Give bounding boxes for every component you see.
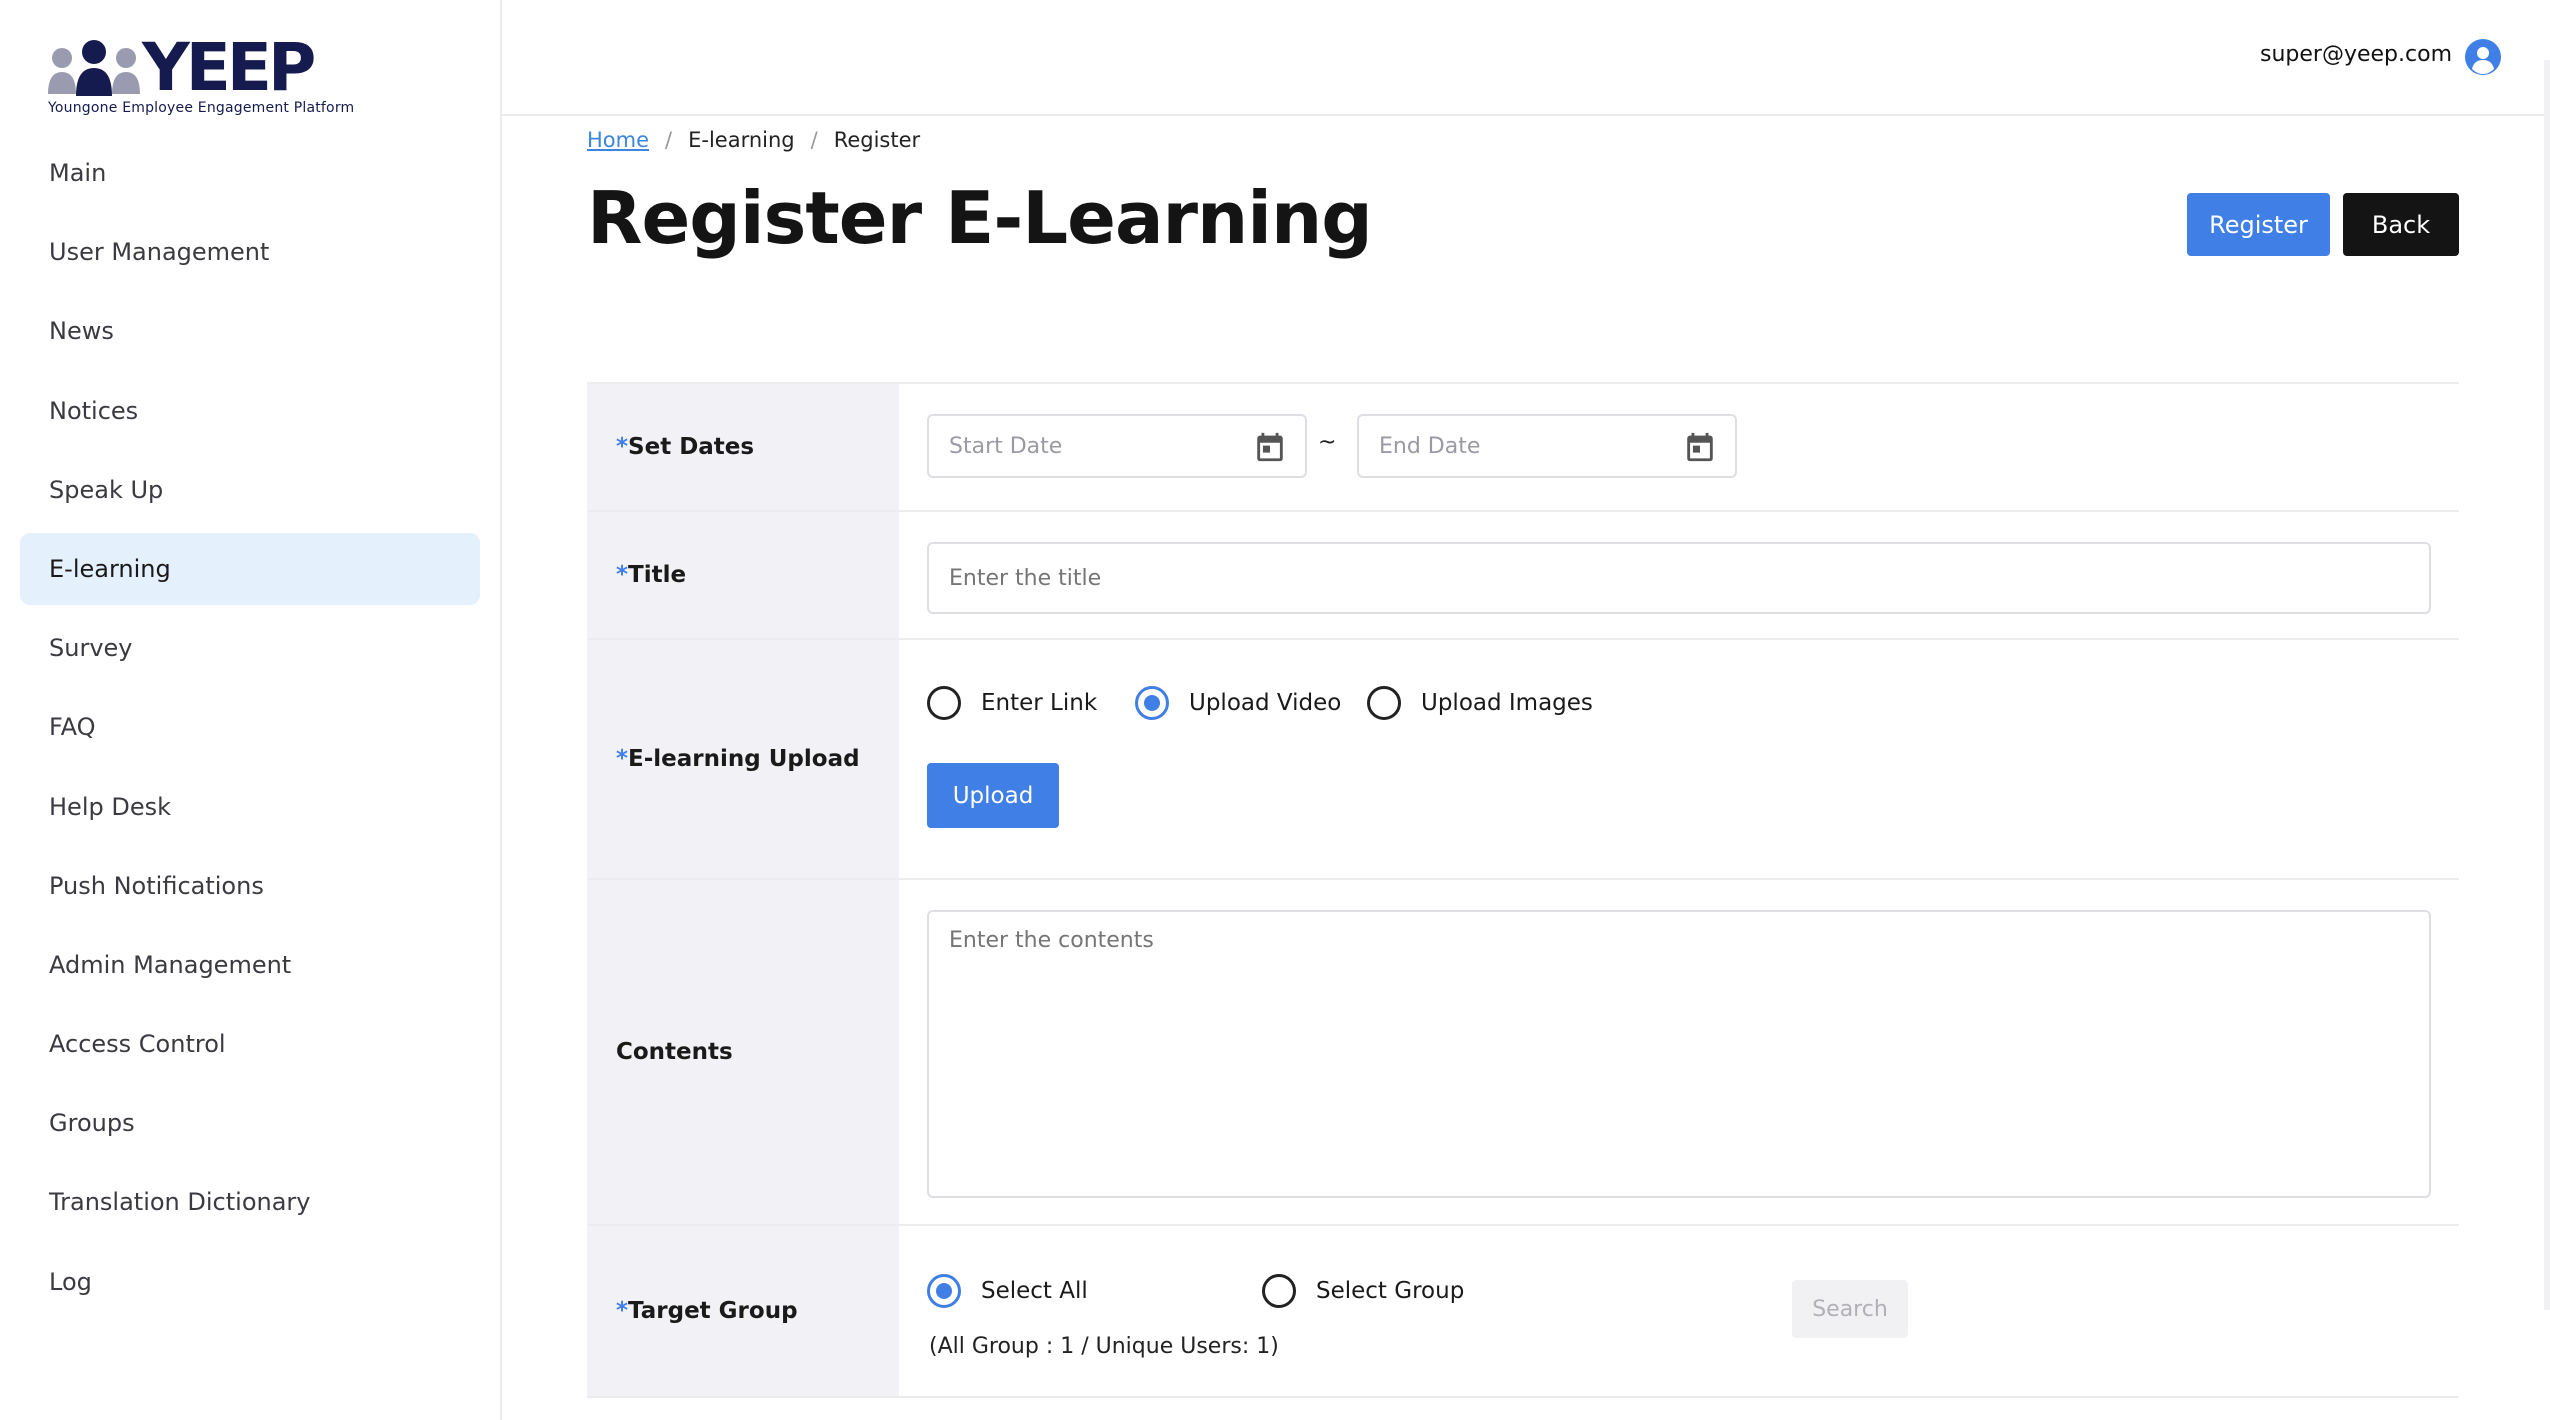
required-mark: *: [616, 434, 629, 460]
sidebar-item-admin-management[interactable]: Admin Management: [20, 929, 480, 1001]
sidebar-item-news[interactable]: News: [20, 295, 480, 367]
calendar-icon[interactable]: [1253, 430, 1287, 464]
sidebar-item-faq[interactable]: FAQ: [20, 691, 480, 763]
upload-button[interactable]: Upload: [927, 763, 1059, 828]
radio-enter-link-label: Enter Link: [981, 690, 1098, 716]
target-group-label-text: Target Group: [628, 1298, 798, 1324]
radio-circle[interactable]: [927, 686, 961, 720]
set-dates-label: * Set Dates: [587, 384, 899, 510]
radio-select-all[interactable]: Select All: [927, 1274, 1088, 1308]
upload-field: Enter Link Upload Video Upload Images Up…: [899, 640, 2459, 878]
radio-circle-selected[interactable]: [1135, 686, 1169, 720]
group-summary: (All Group : 1 / Unique Users: 1): [929, 1334, 1279, 1359]
radio-upload-images-label: Upload Images: [1421, 690, 1593, 716]
sidebar-item-push-notifications[interactable]: Push Notifications: [20, 850, 480, 922]
end-date-placeholder: End Date: [1379, 433, 1481, 459]
sidebar-item-user-management[interactable]: User Management: [20, 216, 480, 288]
people-logo-icon: [48, 40, 140, 96]
end-date-input[interactable]: End Date: [1357, 414, 1737, 478]
required-mark: *: [616, 1298, 629, 1324]
user-circle-icon[interactable]: [2464, 38, 2502, 76]
title-label-text: Title: [628, 562, 687, 588]
logo-tagline: Youngone Employee Engagement Platform: [48, 100, 355, 116]
title-field: [899, 512, 2459, 638]
sidebar-item-access-control[interactable]: Access Control: [20, 1008, 480, 1080]
target-group-label: * Target Group: [587, 1226, 899, 1396]
breadcrumb-home-link[interactable]: Home: [587, 128, 649, 152]
required-mark: *: [616, 746, 629, 772]
set-dates-label-text: Set Dates: [628, 434, 755, 460]
e-learning-form: * Set Dates Start Date ~ End Date * Titl…: [587, 382, 2459, 1398]
radio-select-group-label: Select Group: [1316, 1278, 1465, 1304]
contents-row: Contents: [587, 880, 2459, 1226]
target-group-field: Select All Select Group Search (All Grou…: [899, 1226, 2459, 1396]
sidebar-item-e-learning[interactable]: E-learning: [20, 532, 480, 605]
page-scrollbar[interactable]: [2544, 60, 2550, 1310]
page-title: Register E-Learning: [587, 176, 1373, 260]
top-header: super@yeep.com: [502, 0, 2550, 116]
radio-circle-selected[interactable]: [927, 1274, 961, 1308]
contents-label-text: Contents: [616, 1039, 733, 1065]
back-button[interactable]: Back: [2343, 193, 2459, 256]
radio-upload-video-label: Upload Video: [1189, 690, 1342, 716]
radio-circle[interactable]: [1367, 686, 1401, 720]
target-group-row: * Target Group Select All Select Group S…: [587, 1226, 2459, 1398]
search-group-button[interactable]: Search: [1792, 1280, 1908, 1338]
sidebar-menu: Main User Management News Notices Speak …: [20, 137, 480, 1325]
set-dates-row: * Set Dates Start Date ~ End Date: [587, 384, 2459, 512]
sidebar-item-log[interactable]: Log: [20, 1246, 480, 1318]
app-logo[interactable]: YEEP Youngone Employee Engagement Platfo…: [46, 29, 354, 124]
required-mark: *: [616, 562, 629, 588]
sidebar-item-groups[interactable]: Groups: [20, 1087, 480, 1159]
radio-upload-images[interactable]: Upload Images: [1367, 686, 1593, 720]
sidebar-item-translation-dictionary[interactable]: Translation Dictionary: [20, 1166, 480, 1238]
radio-select-group[interactable]: Select Group: [1262, 1274, 1464, 1308]
breadcrumb-current: Register: [833, 128, 921, 152]
calendar-icon[interactable]: [1683, 430, 1717, 464]
contents-field: [899, 880, 2459, 1224]
sidebar-item-speak-up[interactable]: Speak Up: [20, 454, 480, 526]
logo-wordmark: YEEP: [142, 29, 316, 106]
sidebar-item-notices[interactable]: Notices: [20, 375, 480, 447]
breadcrumb-separator: /: [810, 128, 818, 152]
start-date-placeholder: Start Date: [949, 433, 1063, 459]
breadcrumb-separator: /: [665, 128, 673, 152]
date-range-separator: ~: [1318, 430, 1337, 455]
breadcrumb-section: E-learning: [688, 128, 795, 152]
sidebar-item-main[interactable]: Main: [20, 137, 480, 209]
register-button[interactable]: Register: [2187, 193, 2330, 256]
title-row: * Title: [587, 512, 2459, 640]
set-dates-field: Start Date ~ End Date: [899, 384, 2459, 510]
title-input[interactable]: [927, 542, 2431, 614]
title-label: * Title: [587, 512, 899, 638]
radio-enter-link[interactable]: Enter Link: [927, 686, 1097, 720]
contents-label: Contents: [587, 880, 899, 1224]
user-email[interactable]: super@yeep.com: [2260, 42, 2452, 67]
upload-label-text: E-learning Upload: [628, 746, 860, 772]
sidebar-item-survey[interactable]: Survey: [20, 612, 480, 684]
contents-textarea[interactable]: [927, 910, 2431, 1198]
start-date-input[interactable]: Start Date: [927, 414, 1307, 478]
sidebar-item-help-desk[interactable]: Help Desk: [20, 771, 480, 843]
upload-label: * E-learning Upload: [587, 640, 899, 878]
upload-row: * E-learning Upload Enter Link Upload Vi…: [587, 640, 2459, 880]
sidebar: YEEP Youngone Employee Engagement Platfo…: [0, 0, 502, 1420]
breadcrumb: Home / E-learning / Register: [587, 128, 920, 152]
radio-upload-video[interactable]: Upload Video: [1135, 686, 1341, 720]
radio-select-all-label: Select All: [981, 1278, 1088, 1304]
radio-circle[interactable]: [1262, 1274, 1296, 1308]
